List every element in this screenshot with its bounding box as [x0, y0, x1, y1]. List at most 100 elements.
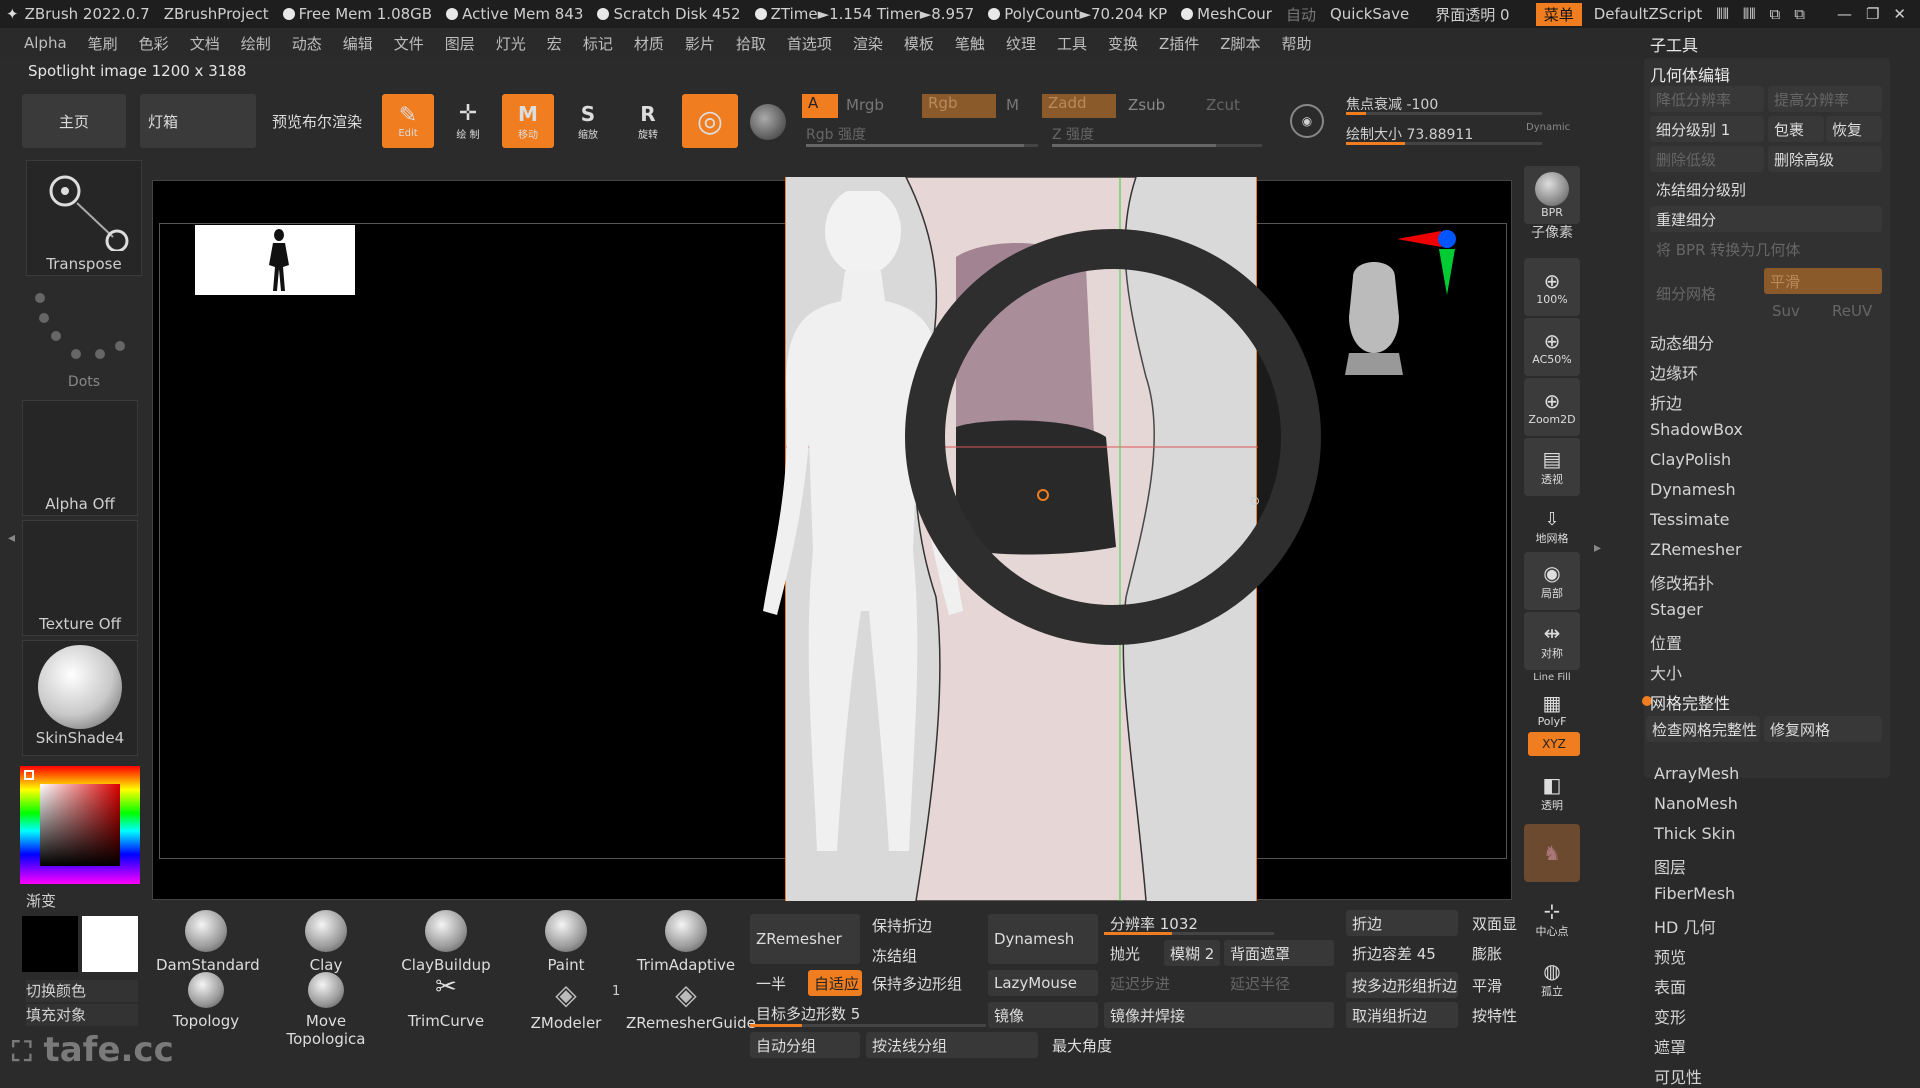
mirror-button[interactable]: 镜像 — [988, 1002, 1098, 1028]
mirror-weld-button[interactable]: 镜像并焊接 — [1104, 1002, 1334, 1028]
menu-button[interactable]: 菜单 — [1535, 2, 1582, 26]
menu-item[interactable]: 动态 — [292, 33, 322, 54]
menu-item[interactable]: 编辑 — [343, 33, 373, 54]
brush-trimcurve[interactable]: ✂ TrimCurve — [396, 972, 496, 1030]
half-button[interactable]: 一半 — [750, 970, 802, 996]
edit-button[interactable]: ✎ Edit — [382, 94, 434, 148]
floor-grid-button[interactable]: ⇩ 地网格 — [1524, 498, 1580, 556]
restore-icon[interactable]: ❐ — [1866, 5, 1879, 23]
spotlight-dial[interactable] — [905, 229, 1321, 645]
solo-button[interactable]: ◍ 孤立 — [1524, 950, 1580, 1008]
texture-tile[interactable]: Texture Off — [22, 520, 138, 636]
secondary-color-swatch[interactable] — [82, 916, 138, 972]
perspective-button[interactable]: ▤ 透视 — [1524, 438, 1580, 496]
m-toggle[interactable]: M — [1006, 96, 1019, 114]
rpanel-item[interactable]: 大小 — [1650, 660, 1682, 684]
a-toggle[interactable]: A — [802, 94, 838, 118]
center-point-button[interactable]: ⊹ 中心点 — [1524, 890, 1580, 948]
ghost-button[interactable]: ♞ — [1524, 824, 1580, 882]
rpanel-item[interactable]: FiberMesh — [1654, 884, 1735, 903]
menu-item[interactable]: 图层 — [445, 33, 475, 54]
axis-gizmo-icon[interactable] — [1397, 227, 1477, 307]
rpanel-item[interactable]: ArrayMesh — [1654, 764, 1739, 783]
dynamic-toggle[interactable]: Dynamic — [1526, 122, 1570, 133]
menu-item[interactable]: 影片 — [685, 33, 715, 54]
smooth-toggle[interactable]: 平滑 — [1764, 268, 1882, 294]
blur-slider[interactable]: 模糊 2 — [1164, 940, 1220, 966]
restore-button[interactable]: 恢复 — [1826, 116, 1882, 142]
rpanel-item[interactable]: ShadowBox — [1650, 420, 1743, 439]
transparency-button[interactable]: ◧ 透明 — [1524, 764, 1580, 822]
quicksave-button[interactable]: QuickSave — [1330, 5, 1409, 23]
bpr-preview-button[interactable]: 预览布尔渲染 — [262, 94, 372, 148]
by-normal-groups-button[interactable]: 按法线分组 — [866, 1032, 1038, 1058]
menu-item[interactable]: 工具 — [1057, 33, 1087, 54]
rpanel-item[interactable]: 折边 — [1650, 390, 1682, 414]
gradient-toggle[interactable]: 渐变 — [26, 890, 56, 911]
keep-polygroups-button[interactable]: 保持多边形组 — [866, 970, 986, 996]
cage-button[interactable]: 包裹 — [1768, 116, 1824, 142]
lazymouse-button[interactable]: LazyMouse — [988, 970, 1098, 996]
menu-item[interactable]: Alpha — [24, 34, 67, 52]
bpr-button[interactable]: BPR — [1524, 166, 1580, 224]
polyframe-button[interactable]: ◎ — [682, 94, 738, 148]
zoom2d-button[interactable]: ⊕ Zoom2D — [1524, 378, 1580, 436]
z-intensity-slider[interactable]: Z 强度 — [1052, 124, 1094, 144]
menu-item[interactable]: 笔刷 — [88, 33, 118, 54]
polyframe-toggle[interactable]: ▦ PolyF — [1524, 684, 1580, 734]
rpanel-item[interactable]: HD 几何 — [1654, 914, 1715, 938]
geometry-header[interactable]: 几何体编辑 — [1650, 62, 1730, 86]
menu-item[interactable]: 文档 — [190, 33, 220, 54]
crease-tolerance-slider[interactable]: 折边容差 45 — [1346, 940, 1458, 966]
home-button[interactable]: 主页 — [22, 94, 126, 148]
zremesher-button[interactable]: ZRemesher — [750, 914, 860, 964]
move-button[interactable]: M 移动 — [502, 94, 554, 148]
alpha-tile[interactable]: Alpha Off — [22, 400, 138, 516]
stroke-tile[interactable]: Dots — [26, 280, 142, 396]
rotate-button[interactable]: R 旋转 — [622, 94, 674, 148]
higher-res-button[interactable]: 提高分辨率 — [1768, 86, 1882, 112]
material-tile[interactable]: SkinShade4 — [22, 640, 138, 756]
brush-zmodeler[interactable]: ◈ ZModeler — [516, 978, 616, 1032]
check-mesh-button[interactable]: 检查网格完整性 — [1646, 716, 1760, 742]
zsub-toggle[interactable]: Zsub — [1128, 96, 1165, 114]
auto-groups-button[interactable]: 自动分组 — [750, 1032, 860, 1058]
lower-res-button[interactable]: 降低分辨率 — [1650, 86, 1764, 112]
aahalf-button[interactable]: ⊕ AC50% — [1524, 318, 1580, 376]
reconstruct-subdiv-button[interactable]: 重建细分 — [1650, 206, 1882, 232]
menu-item[interactable]: 模板 — [904, 33, 934, 54]
menu-item[interactable]: Z插件 — [1159, 33, 1199, 54]
menu-item[interactable]: 帮助 — [1282, 33, 1312, 54]
lazy-radius-slider[interactable]: 延迟半径 — [1224, 970, 1334, 996]
menu-item[interactable]: 变换 — [1108, 33, 1138, 54]
rpanel-item[interactable]: 边缘环 — [1650, 360, 1698, 384]
rgb-intensity-slider[interactable]: Rgb 强度 — [806, 124, 866, 144]
rpanel-item[interactable]: 遮罩 — [1654, 1034, 1686, 1058]
reuv-toggle[interactable]: ReUV — [1826, 298, 1882, 324]
menu-item[interactable]: 材质 — [634, 33, 664, 54]
rpanel-item[interactable]: Thick Skin — [1654, 824, 1736, 843]
fill-object-button[interactable]: 填充对象 — [26, 1004, 138, 1026]
freeze-groups-button[interactable]: 冻结组 — [866, 942, 986, 968]
brush-paint[interactable]: Paint — [516, 910, 616, 974]
rpanel-item[interactable]: 修改拓扑 — [1650, 570, 1714, 594]
rpanel-item[interactable]: ClayPolish — [1650, 450, 1731, 469]
rpanel-item[interactable]: 动态细分 — [1650, 330, 1714, 354]
rgb-toggle[interactable]: Rgb — [922, 94, 996, 118]
keep-creases-button[interactable]: 保持折边 — [866, 912, 986, 938]
zcut-toggle[interactable]: Zcut — [1206, 96, 1240, 114]
focal-shift-slider[interactable]: 焦点衰减 -100 — [1346, 94, 1438, 114]
uncrease-groups-button[interactable]: 取消组折边 — [1346, 1002, 1458, 1028]
polish-toggle[interactable]: 抛光 — [1104, 940, 1160, 966]
brush-clay[interactable]: Clay — [276, 910, 376, 974]
double-toggle[interactable]: 双面显 — [1466, 910, 1518, 936]
symmetry-button[interactable]: ⇹ 对称 — [1524, 612, 1580, 670]
material-sphere-icon[interactable] — [750, 104, 786, 140]
smooth-toggle-bottom[interactable]: 平滑 — [1466, 972, 1518, 998]
draw-button[interactable]: ✛ 绘 制 — [442, 94, 494, 148]
brush-damstandard[interactable]: DamStandard — [156, 910, 260, 974]
spotlight-handle-icon[interactable] — [1251, 497, 1259, 505]
menu-item[interactable]: 灯光 — [496, 33, 526, 54]
actual-size-button[interactable]: ⊕ 100% — [1524, 258, 1580, 316]
brush-zremesherguide[interactable]: ◈ ZRemesherGuide — [626, 978, 756, 1032]
